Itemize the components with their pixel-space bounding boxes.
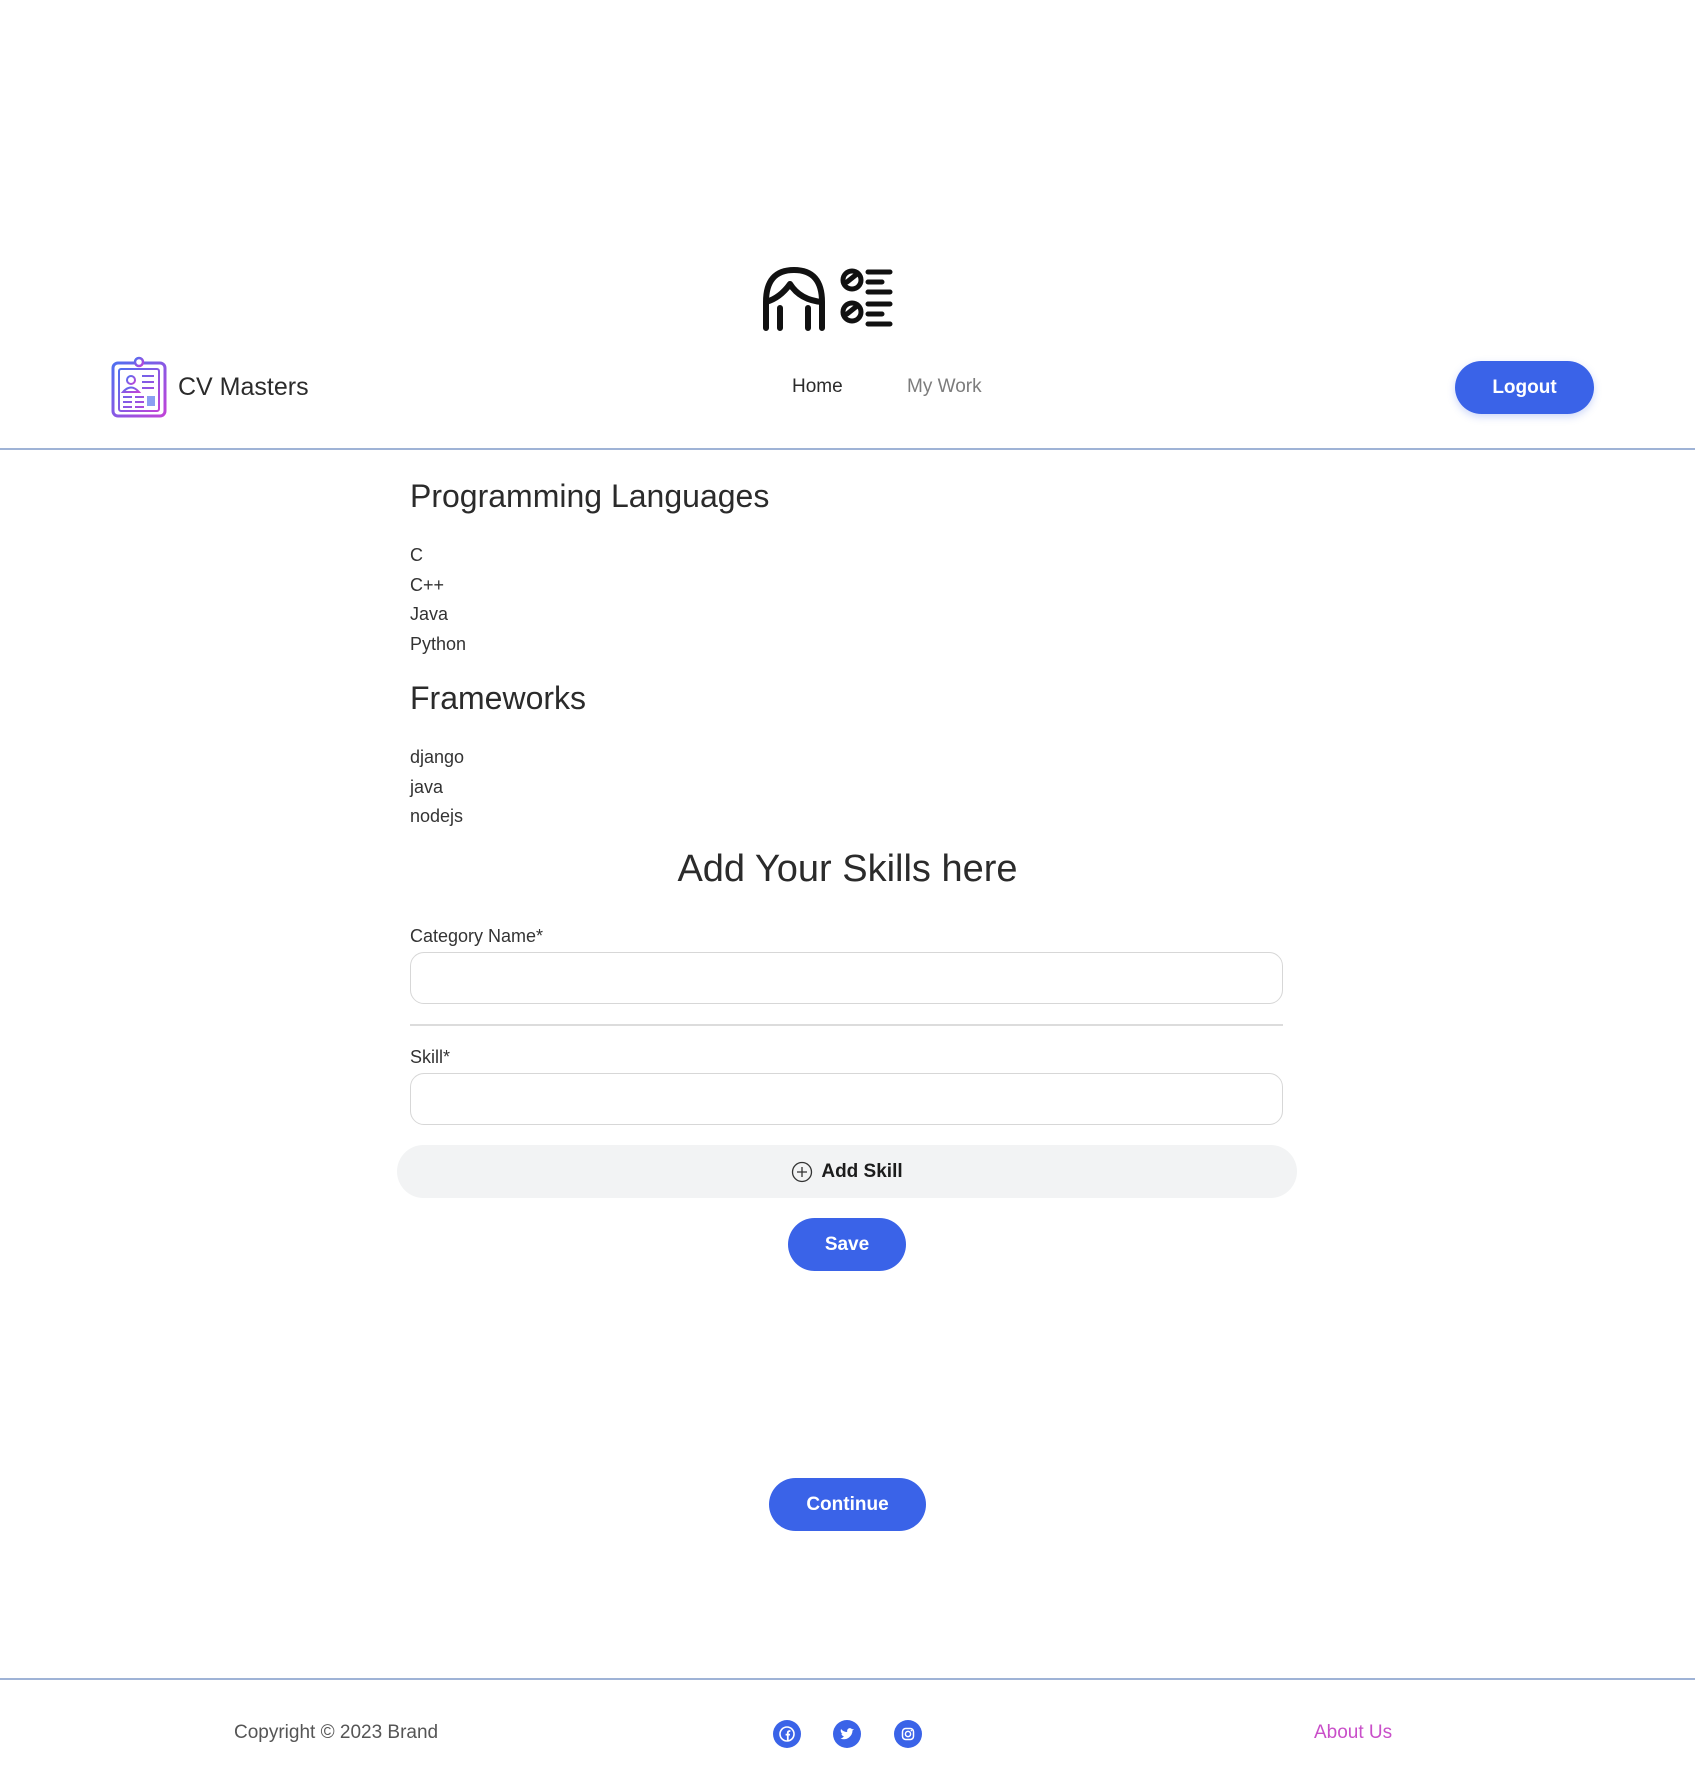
nav-my-work-link[interactable]: My Work: [907, 376, 982, 398]
footer: Copyright © 2023 Brand About Us: [0, 1678, 1695, 1785]
plus-circle-icon: [792, 1161, 813, 1182]
about-us-link[interactable]: About Us: [1314, 1722, 1392, 1744]
list-item: Python: [410, 633, 467, 654]
person-checklist-icon: [763, 266, 893, 331]
facebook-icon[interactable]: [773, 1720, 801, 1748]
category-name-label: Category Name*: [410, 926, 544, 946]
list-item: C: [410, 545, 423, 565]
twitter-icon[interactable]: [833, 1720, 861, 1748]
list-item: nodejs: [410, 806, 464, 826]
brand-name: CV Masters: [178, 372, 309, 401]
logout-button[interactable]: Logout: [1455, 361, 1594, 414]
skill-list: django java nodejs: [410, 743, 464, 832]
copyright-text: Copyright © 2023 Brand: [234, 1722, 439, 1743]
form-divider: [410, 1024, 1283, 1026]
add-skill-button[interactable]: Add Skill: [397, 1145, 1297, 1198]
category-title: Programming Languages: [410, 478, 770, 514]
resume-clipboard-icon: [111, 356, 167, 418]
skill-list: C C++ Java Python: [410, 541, 466, 659]
form-title: Add Your Skills here: [677, 848, 1018, 890]
navbar: CV Masters Home My Work Logout: [0, 340, 1695, 450]
add-skill-label: Add Skill: [821, 1160, 903, 1182]
nav-home-link[interactable]: Home: [792, 376, 843, 398]
skill-input[interactable]: [410, 1073, 1283, 1125]
skill-label: Skill*: [410, 1047, 451, 1067]
list-item: C++: [410, 574, 445, 595]
list-item: django: [410, 747, 465, 767]
list-item: java: [410, 776, 444, 797]
category-title: Frameworks: [410, 680, 587, 716]
list-item: Java: [410, 604, 449, 624]
instagram-icon[interactable]: [894, 1720, 922, 1748]
category-name-input[interactable]: [410, 952, 1283, 1004]
continue-button[interactable]: Continue: [769, 1478, 926, 1531]
save-button[interactable]: Save: [788, 1218, 906, 1271]
brand[interactable]: CV Masters: [110, 356, 309, 418]
